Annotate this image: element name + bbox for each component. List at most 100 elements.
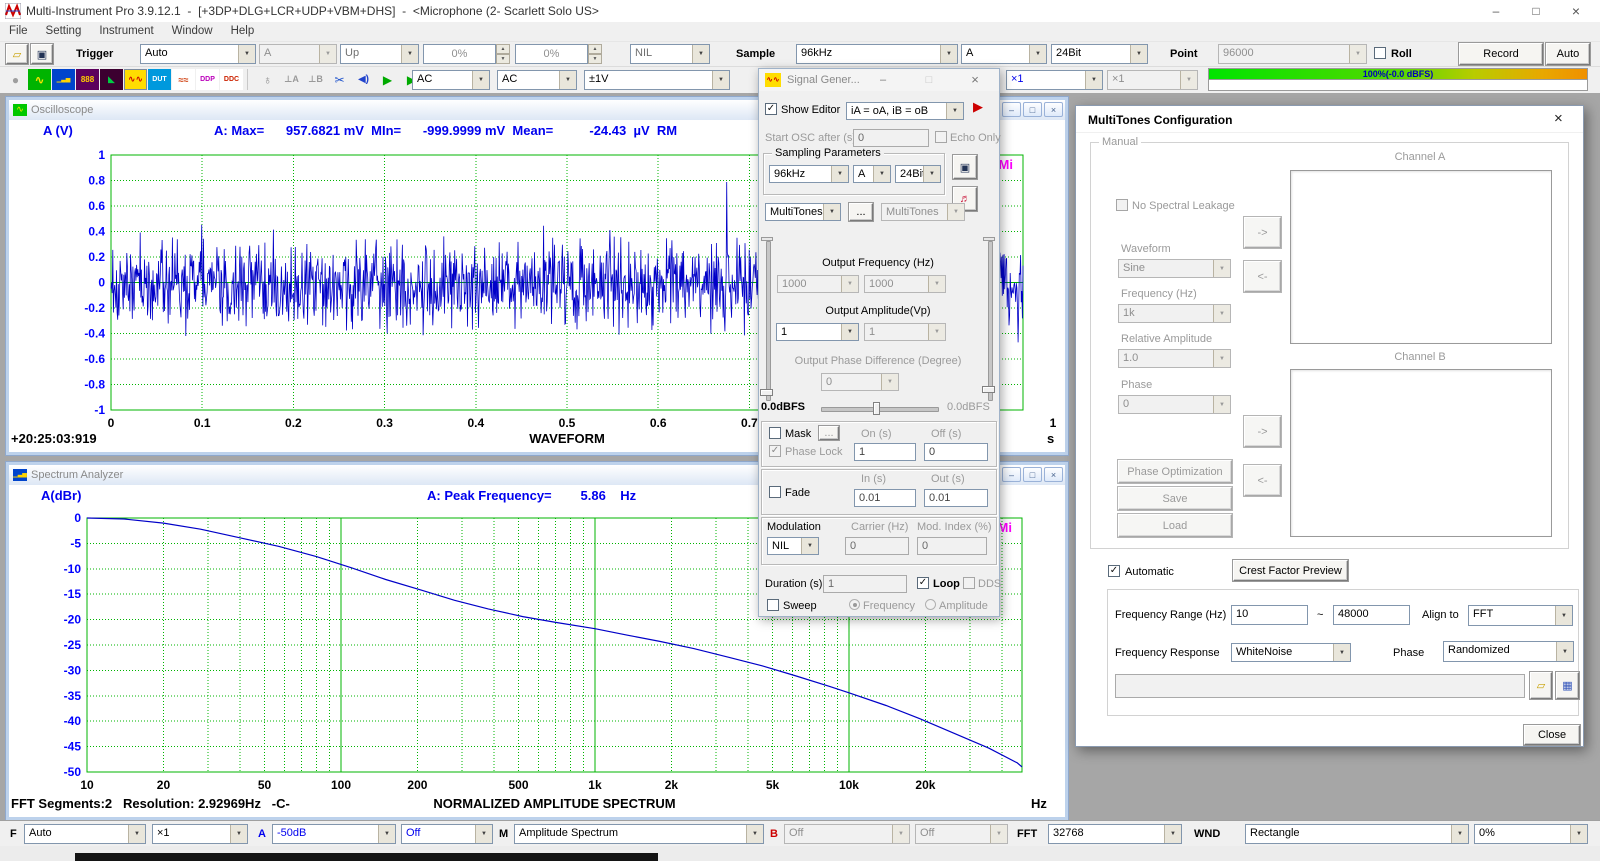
channel-b-listbox[interactable] <box>1290 369 1552 537</box>
remove-from-channel-b-button[interactable]: <- <box>1244 465 1281 496</box>
mask-checkbox[interactable] <box>769 427 781 439</box>
fft-size-select[interactable]: 32768▼ <box>1048 824 1182 844</box>
align-to-select[interactable]: FFT▼ <box>1468 605 1573 626</box>
loop-checkbox[interactable] <box>917 577 929 589</box>
auto-button[interactable]: Auto <box>1546 43 1590 65</box>
generator-sample-rate-select[interactable]: 96kHz▼ <box>769 165 849 183</box>
trigger-edge-select[interactable]: Up▼ <box>340 44 419 64</box>
spin-up-icon[interactable]: ▲ <box>496 44 510 54</box>
duration-input[interactable]: 1 <box>823 575 907 593</box>
generator-channel-select[interactable]: A▼ <box>853 165 891 183</box>
balance-slider-handle[interactable] <box>873 402 880 415</box>
tone-phase-select[interactable]: 0▼ <box>1118 395 1231 414</box>
open-file-icon[interactable]: ▱ <box>1530 672 1552 699</box>
multimeter-icon[interactable]: 888 <box>76 69 99 90</box>
window-close-button[interactable]: × <box>1044 102 1063 117</box>
dds-checkbox[interactable] <box>963 577 975 589</box>
a-range-select[interactable]: -50dB▼ <box>272 824 396 844</box>
probe-a-select[interactable]: ×1▼ <box>1006 70 1103 90</box>
balance-slider[interactable] <box>821 407 939 412</box>
waveform-a-select[interactable]: MultiTones▼ <box>765 203 841 221</box>
modulation-type-select[interactable]: NIL▼ <box>767 537 819 555</box>
remove-from-channel-a-button[interactable]: <- <box>1244 261 1281 292</box>
routing-select[interactable]: iA = oA, iB = oB▼ <box>846 102 964 120</box>
save-file-icon[interactable]: ▣ <box>31 44 53 64</box>
show-editor-checkbox[interactable] <box>765 103 777 115</box>
output-frequency-b-select[interactable]: 1000▼ <box>864 275 946 293</box>
spreadsheet-icon[interactable]: ▦ <box>1556 672 1579 699</box>
fade-in-input[interactable]: 0.01 <box>854 489 916 507</box>
a-smoothing-select[interactable]: Off▼ <box>401 824 493 844</box>
coupling-b-select[interactable]: AC▼ <box>497 70 577 90</box>
signal-generator-titlebar[interactable]: ∿∿ Signal Gener... – □ × <box>759 69 999 91</box>
trigger-level-stepper[interactable]: 0% ▲▼ <box>423 44 510 64</box>
channel-a-listbox[interactable] <box>1290 170 1552 344</box>
mask-off-input[interactable]: 0 <box>924 443 988 461</box>
trigger-mode-select[interactable]: Auto▼ <box>140 44 256 64</box>
roll-checkbox[interactable] <box>1374 47 1386 59</box>
tone-frequency-select[interactable]: 1k▼ <box>1118 304 1231 323</box>
b-range-select[interactable]: Off▼ <box>784 824 910 844</box>
microphone-icon[interactable]: ♁ <box>256 69 279 90</box>
multitones-titlebar[interactable]: MultiTones Configuration × <box>1076 106 1583 133</box>
oscilloscope-icon[interactable]: ∿ <box>28 69 51 90</box>
trigger-delay-stepper[interactable]: 0% ▲▼ <box>515 44 602 64</box>
dialog-close-button[interactable]: × <box>1554 110 1563 127</box>
spectrum-3d-plot-icon[interactable]: ◣ <box>100 69 123 90</box>
data-download-icon[interactable]: DDC <box>220 69 243 90</box>
close-button[interactable]: Close <box>1524 725 1580 745</box>
amplitude-slider-a-handle[interactable] <box>760 389 773 396</box>
sample-rate-select[interactable]: 96kHz▼ <box>796 44 958 64</box>
probe-a-icon[interactable]: ⊥A <box>280 69 303 90</box>
phase-mode-select[interactable]: Randomized▼ <box>1443 641 1574 662</box>
carrier-input[interactable]: 0 <box>845 537 909 555</box>
frequency-max-input[interactable]: 48000 <box>1333 605 1410 625</box>
window-minimize-button[interactable]: – <box>1002 467 1021 482</box>
menu-instrument[interactable]: Instrument <box>90 22 162 37</box>
voltage-range-select[interactable]: ±1V▼ <box>584 70 730 90</box>
sound-output-icon[interactable]: ◀) <box>352 69 375 90</box>
mask-browse-button[interactable]: ... <box>819 426 839 440</box>
add-to-channel-b-button[interactable]: -> <box>1244 416 1281 447</box>
file-path-input[interactable] <box>1115 674 1525 698</box>
tone-waveform-select[interactable]: Sine▼ <box>1118 259 1231 278</box>
generator-bits-select[interactable]: 24Bit▼ <box>895 165 941 183</box>
echo-only-checkbox[interactable] <box>935 131 947 143</box>
output-amplitude-a-select[interactable]: 1▼ <box>776 323 859 341</box>
dialog-maximize-button[interactable]: □ <box>919 72 939 88</box>
crest-factor-preview-button[interactable]: Crest Factor Preview <box>1233 560 1348 581</box>
output-frequency-a-select[interactable]: 1000▼ <box>777 275 859 293</box>
waveform-browse-button[interactable]: ... <box>849 203 873 221</box>
load-button[interactable]: Load <box>1118 514 1232 537</box>
overlap-select[interactable]: 0%▼ <box>1474 824 1588 844</box>
fade-out-input[interactable]: 0.01 <box>924 489 988 507</box>
run-icon[interactable]: ▶ <box>376 69 399 90</box>
waveform-b-select[interactable]: MultiTones▼ <box>881 203 965 221</box>
calibration-icon[interactable]: ✂ <box>328 69 351 90</box>
phase-lock-checkbox[interactable] <box>769 445 781 457</box>
probe-b-icon[interactable]: ⊥B <box>304 69 327 90</box>
frequency-response-select[interactable]: WhiteNoise▼ <box>1231 643 1351 662</box>
spectrum-analyzer-icon[interactable]: ▁▃▅ <box>52 69 75 90</box>
spin-down-icon[interactable]: ▼ <box>588 54 602 64</box>
phase-optimization-button[interactable]: Phase Optimization <box>1118 460 1232 483</box>
dialog-close-button[interactable]: × <box>965 72 985 88</box>
window-close-button[interactable]: × <box>1044 467 1063 482</box>
generator-run-icon[interactable]: ▶ <box>973 99 983 115</box>
coupling-a-select[interactable]: AC▼ <box>412 70 490 90</box>
sweep-checkbox[interactable] <box>767 599 779 611</box>
b-smoothing-select[interactable]: Off▼ <box>915 824 1008 844</box>
trigger-filter-select[interactable]: NIL▼ <box>630 44 710 64</box>
record-button[interactable]: Record <box>1459 43 1543 65</box>
automatic-checkbox[interactable] <box>1108 565 1120 577</box>
menu-file[interactable]: File <box>0 22 37 37</box>
record-indicator-icon[interactable]: ● <box>4 69 27 90</box>
output-amplitude-b-select[interactable]: 1▼ <box>864 323 946 341</box>
amplitude-slider-b-handle[interactable] <box>982 386 995 393</box>
window-restore-button[interactable]: □ <box>1023 102 1042 117</box>
window-function-select[interactable]: Rectangle▼ <box>1245 824 1469 844</box>
window-minimize-button[interactable]: – <box>1002 102 1021 117</box>
window-restore-button[interactable]: □ <box>1023 467 1042 482</box>
mod-index-input[interactable]: 0 <box>917 537 987 555</box>
probe-b-select[interactable]: ×1▼ <box>1107 70 1198 90</box>
